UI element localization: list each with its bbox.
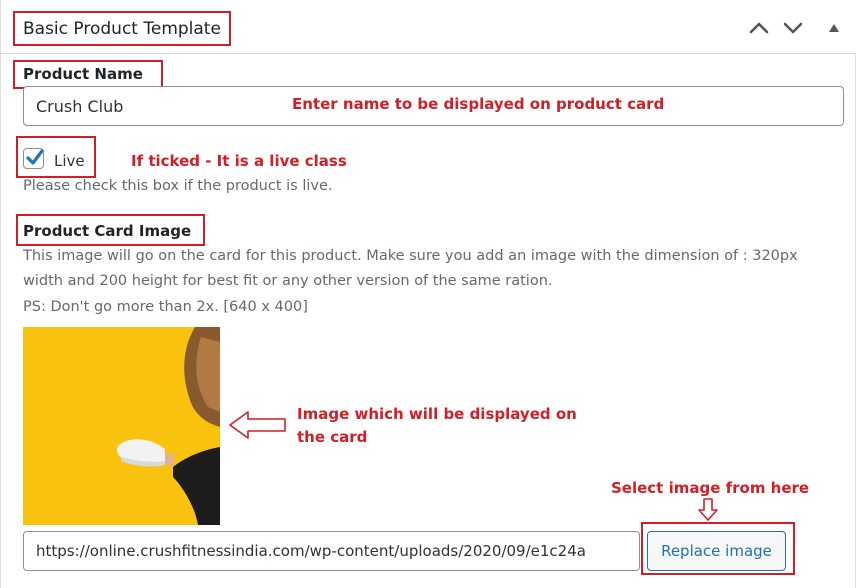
image-url-input[interactable] bbox=[23, 531, 640, 571]
product-card-image[interactable] bbox=[23, 327, 220, 525]
chevron-up-icon[interactable] bbox=[747, 16, 771, 40]
card-image-help-2: width and 200 height for best fit or any… bbox=[23, 273, 553, 289]
live-help-text: Please check this box if the product is … bbox=[23, 178, 333, 194]
arrow-down-icon bbox=[698, 498, 718, 521]
product-template-panel: Basic Product Template Product Name Ente… bbox=[0, 0, 856, 588]
title-highlight-box bbox=[13, 11, 231, 46]
live-highlight-box bbox=[16, 136, 96, 178]
image-label-highlight-box bbox=[16, 214, 205, 246]
woman-jumping-photo bbox=[23, 327, 220, 525]
card-image-help-3: PS: Don't go more than 2x. [640 x 400] bbox=[23, 299, 308, 315]
name-label-highlight-box bbox=[13, 60, 163, 89]
live-note: If ticked - It is a live class bbox=[131, 152, 347, 170]
image-note-line1: Image which will be displayed on bbox=[297, 405, 577, 423]
name-note: Enter name to be displayed on product ca… bbox=[292, 95, 665, 113]
arrow-left-icon bbox=[229, 411, 286, 439]
select-note: Select image from here bbox=[611, 479, 810, 497]
image-note-line2: the card bbox=[297, 428, 368, 446]
card-image-help-1: This image will go on the card for this … bbox=[23, 248, 798, 264]
triangle-up-icon[interactable] bbox=[822, 16, 846, 40]
replace-highlight-box bbox=[641, 522, 795, 575]
chevron-down-icon[interactable] bbox=[781, 16, 805, 40]
